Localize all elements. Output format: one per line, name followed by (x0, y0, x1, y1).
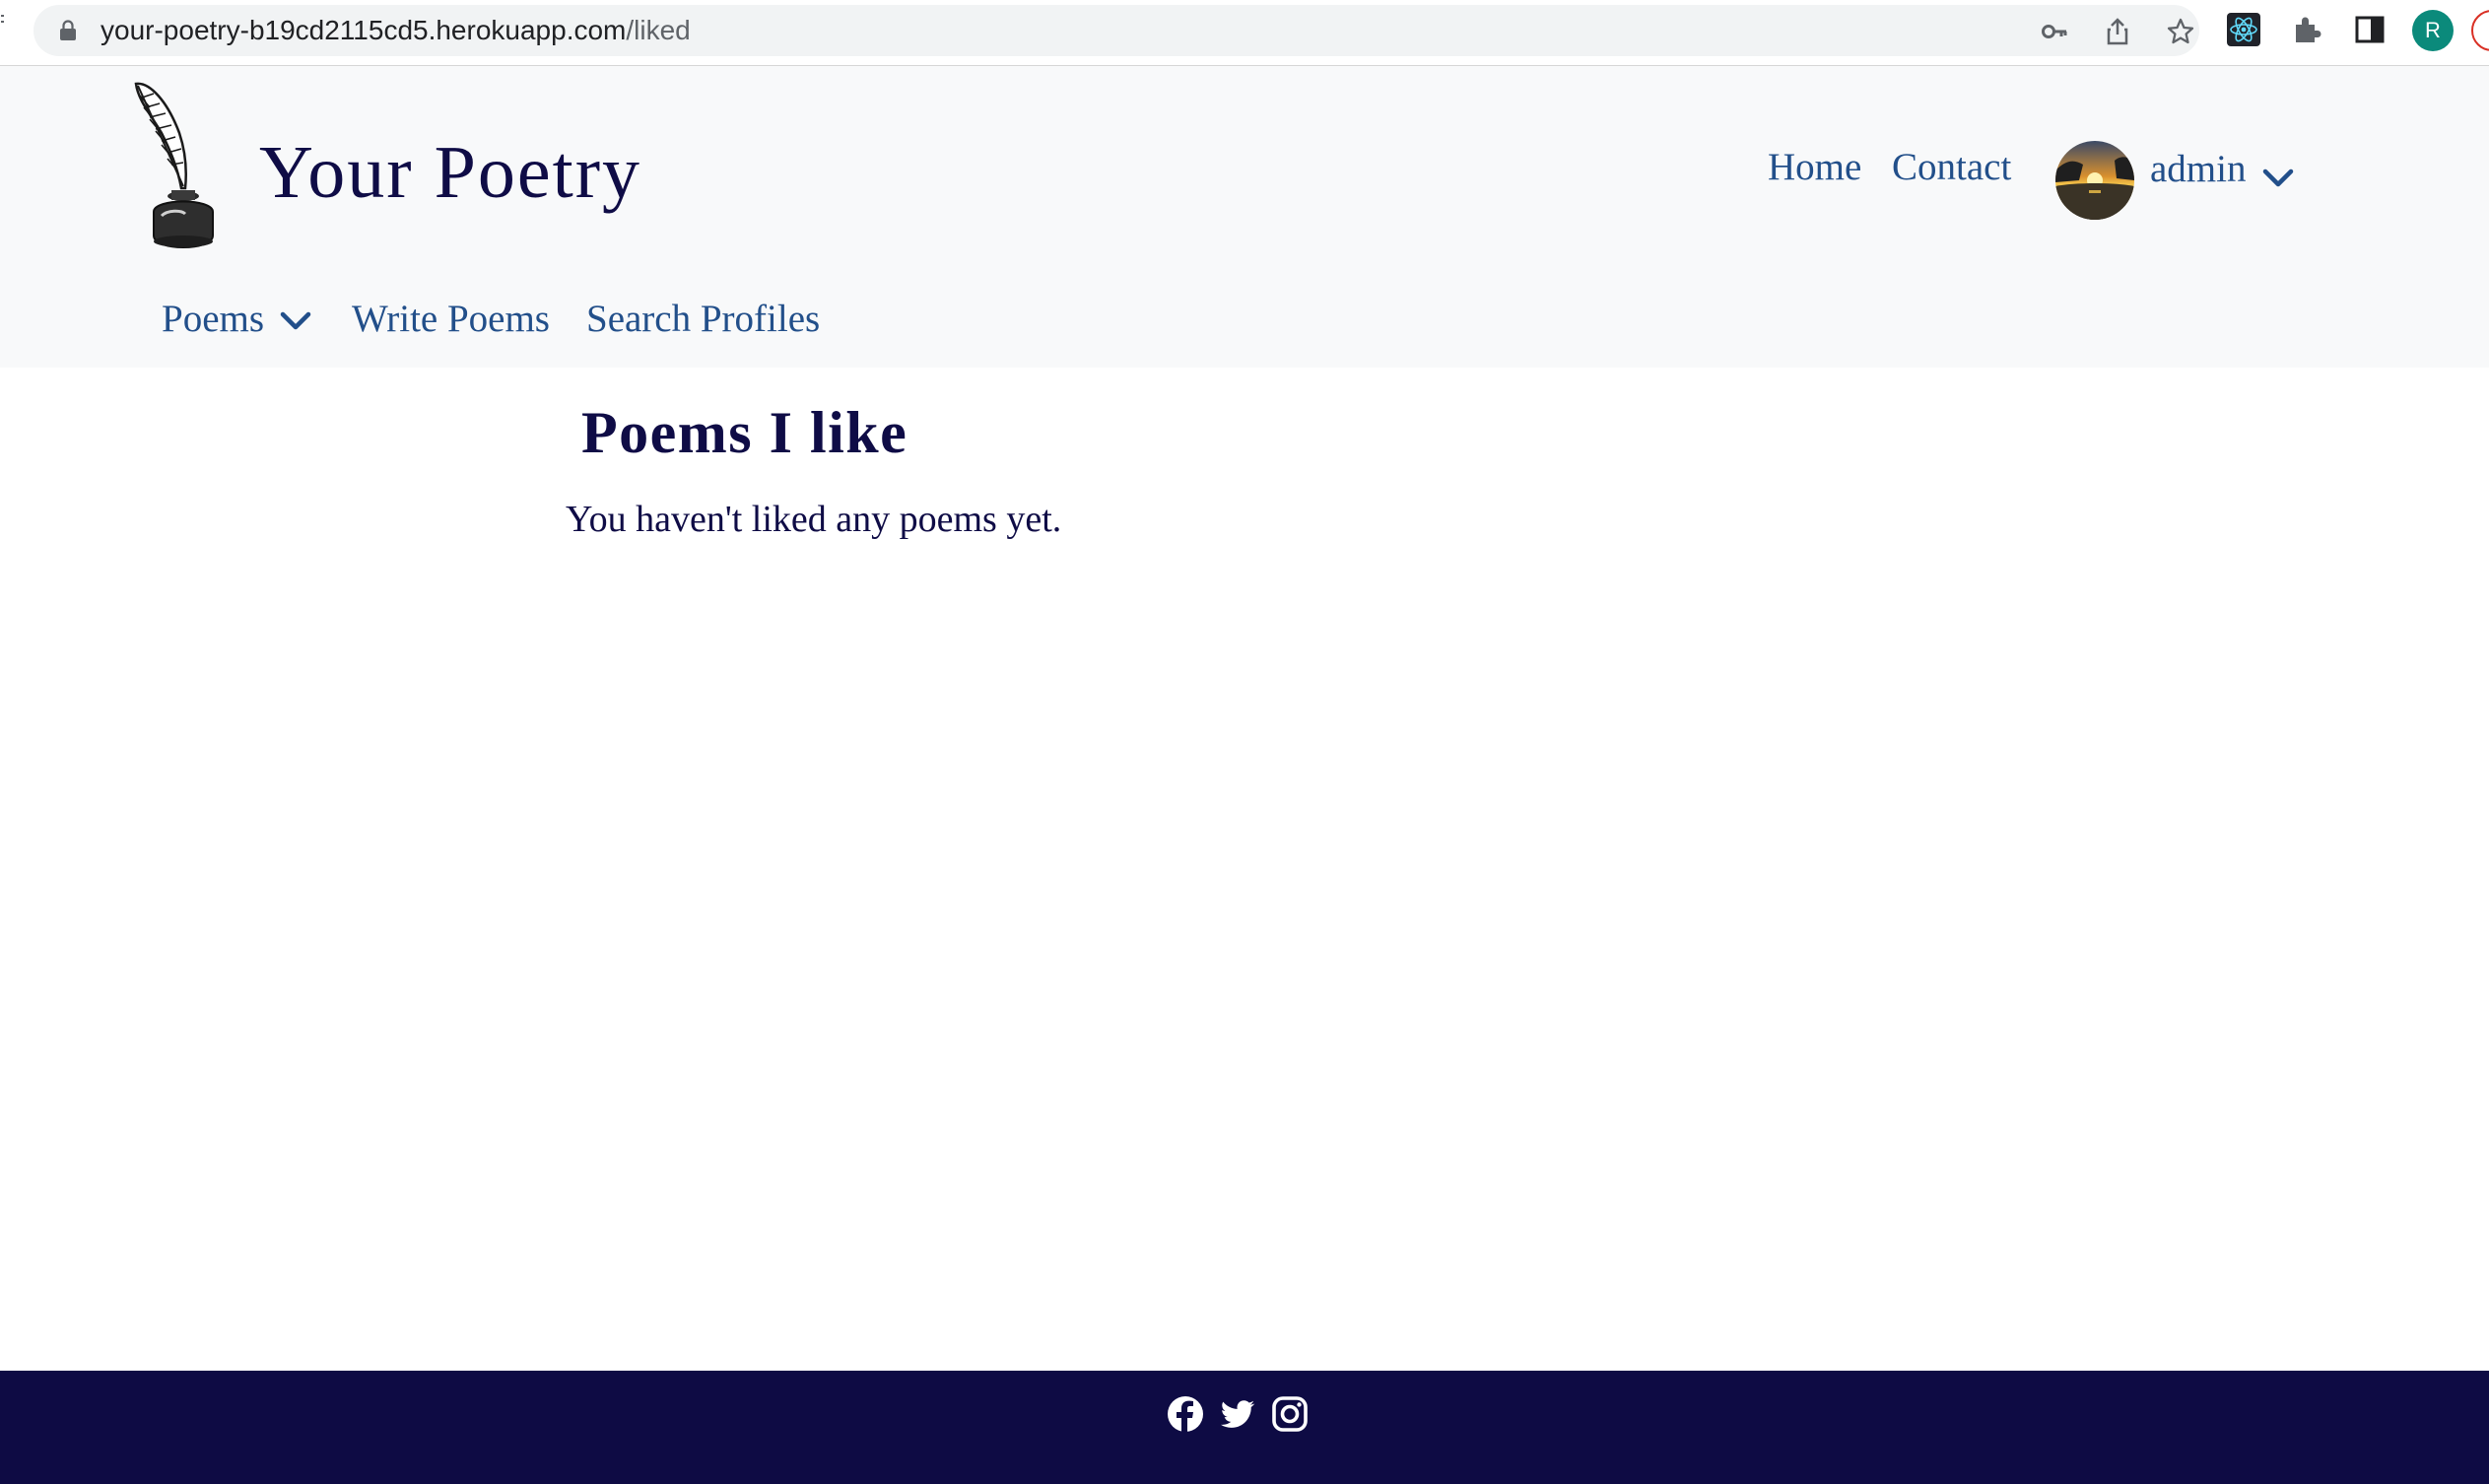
nav-home-link[interactable]: Home (1768, 145, 1861, 189)
lock-icon[interactable] (59, 20, 77, 41)
empty-state-message: You haven't liked any poems yet. (566, 499, 1062, 540)
nav-contact-link[interactable]: Contact (1892, 145, 2011, 189)
browser-toolbar: your-poetry-b19cd2115cd5.herokuapp.com/l… (0, 0, 2489, 66)
avatar[interactable] (2055, 141, 2134, 220)
avatar-sunset-image (2055, 141, 2134, 220)
react-devtools-icon[interactable] (2227, 13, 2260, 46)
site-header: Your Poetry Home Contact admin Poems Wri… (0, 66, 2489, 368)
site-footer (0, 1371, 2489, 1484)
share-icon[interactable] (2103, 17, 2132, 46)
site-brand[interactable]: Your Poetry (259, 130, 641, 216)
url-host: your-poetry-b19cd2115cd5.herokuapp.com (101, 15, 627, 45)
url-text[interactable]: your-poetry-b19cd2115cd5.herokuapp.com/l… (101, 5, 691, 56)
facebook-icon[interactable] (1166, 1394, 1205, 1434)
key-icon[interactable] (2040, 17, 2069, 46)
chevron-down-icon[interactable] (280, 310, 311, 332)
chevron-down-icon[interactable] (2262, 168, 2294, 189)
twitter-icon[interactable] (1218, 1394, 1257, 1434)
user-menu-toggle[interactable]: admin (2150, 147, 2246, 191)
instagram-icon[interactable] (1270, 1394, 1310, 1434)
tab-edge-icon (1, 15, 4, 23)
quill-inkwell-logo-icon[interactable] (128, 78, 231, 255)
side-panel-icon[interactable] (2353, 13, 2387, 46)
profile-icon[interactable]: R (2412, 10, 2454, 51)
nav-poems-dropdown[interactable]: Poems (162, 297, 264, 341)
extensions-icon[interactable] (2290, 13, 2323, 46)
profile-initial: R (2425, 18, 2441, 42)
nav-write-poems-link[interactable]: Write Poems (352, 297, 550, 341)
menu-edge-icon[interactable] (2471, 10, 2489, 51)
nav-search-profiles-link[interactable]: Search Profiles (586, 297, 820, 341)
star-icon[interactable] (2166, 17, 2195, 46)
address-bar[interactable]: your-poetry-b19cd2115cd5.herokuapp.com/l… (34, 5, 2199, 56)
page-title: Poems I like (581, 400, 908, 465)
url-path: /liked (626, 15, 691, 45)
